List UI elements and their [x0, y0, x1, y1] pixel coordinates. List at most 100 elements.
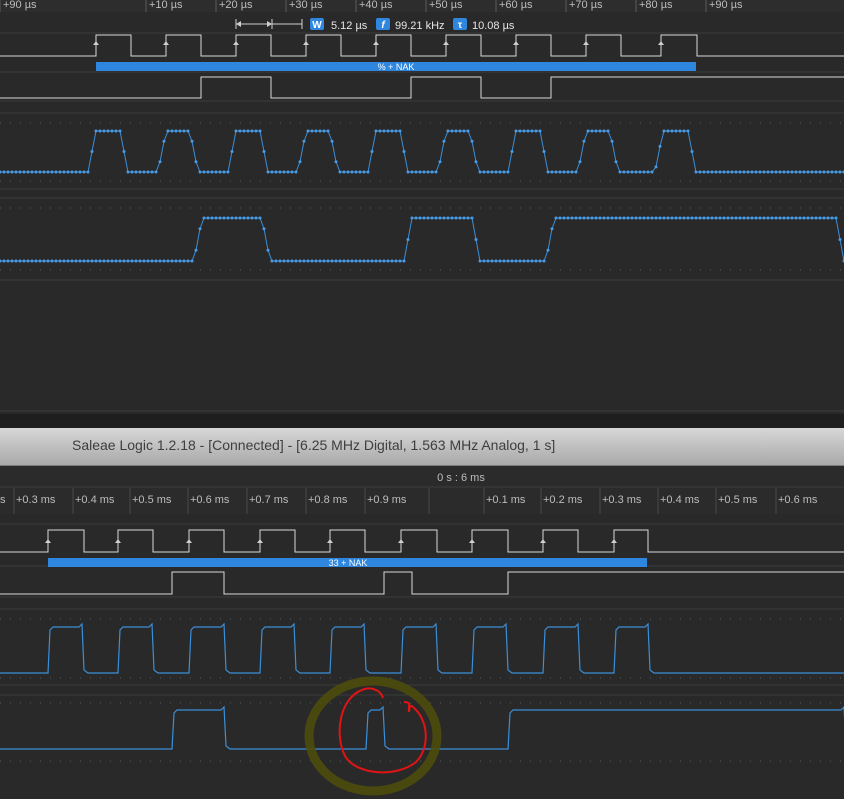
analog-sample-point	[210, 216, 214, 220]
analog-sample-point	[770, 216, 774, 220]
analog-sample-point	[698, 216, 702, 220]
analog-sample-point	[202, 216, 206, 220]
analog-sample-point	[394, 129, 398, 133]
analog-sample-point	[786, 216, 790, 220]
analog-sample-point	[578, 160, 582, 164]
svg-text:W: W	[312, 20, 322, 31]
analog-sample-point	[346, 259, 350, 263]
analog-sample-point	[734, 216, 738, 220]
analog-sample-point	[790, 170, 794, 174]
analog-sample-point	[562, 170, 566, 174]
analog-sample-point	[554, 170, 558, 174]
analog-sample-point	[390, 259, 394, 263]
analog-sample-point	[186, 259, 190, 263]
bottom-tick-label: +0.7 ms	[249, 494, 289, 506]
analog-sample-point	[82, 170, 86, 174]
analog-sample-point	[246, 129, 250, 133]
top-analog-clock-waveform	[0, 129, 844, 174]
analog-sample-point	[530, 129, 534, 133]
analog-sample-point	[598, 216, 602, 220]
analog-sample-point	[630, 216, 634, 220]
analog-sample-point	[662, 129, 666, 133]
analog-sample-point	[298, 160, 302, 164]
analog-sample-point	[798, 170, 802, 174]
analog-sample-point	[134, 259, 138, 263]
analog-sample-point	[786, 170, 790, 174]
analog-sample-point	[682, 216, 686, 220]
analog-sample-point	[822, 216, 826, 220]
analog-sample-point	[90, 150, 94, 153]
analog-sample-point	[262, 227, 266, 231]
analog-sample-point	[562, 216, 566, 220]
analog-sample-point	[226, 216, 230, 220]
bottom-waveform-view[interactable]: 0 s : 6 ms s +0.3 ms +0.4 ms +0.5 ms +0.6 ms…	[0, 466, 844, 799]
analog-sample-point	[722, 170, 726, 174]
analog-sample-point	[26, 259, 30, 263]
analog-sample-point	[558, 216, 562, 220]
analog-sample-point	[750, 216, 754, 220]
analog-sample-point	[398, 259, 402, 263]
analog-sample-point	[222, 170, 226, 174]
analog-sample-point	[566, 216, 570, 220]
analog-sample-point	[342, 170, 346, 174]
analog-sample-point	[46, 259, 50, 263]
analog-sample-point	[498, 170, 502, 174]
analog-sample-point	[130, 170, 134, 174]
analog-sample-point	[470, 139, 474, 143]
analog-sample-point	[234, 129, 238, 133]
frequency-measure-value: 99.21 kHz	[395, 20, 445, 32]
analog-sample-point	[274, 259, 278, 263]
analog-sample-point	[798, 216, 802, 220]
analog-sample-point	[618, 216, 622, 220]
analog-sample-point	[402, 259, 406, 263]
analog-sample-point	[98, 259, 102, 263]
analog-sample-point	[462, 129, 466, 133]
window-titlebar[interactable]: Saleae Logic 1.2.18 - [Connected] - [6.2…	[0, 428, 844, 466]
analog-sample-point	[54, 259, 58, 263]
analog-sample-point	[494, 170, 498, 174]
analog-sample-point	[214, 170, 218, 174]
analog-sample-point	[350, 170, 354, 174]
bottom-tick-label: +0.3 ms	[602, 494, 642, 506]
top-tick-label: +40 µs	[359, 0, 393, 11]
analog-sample-point	[254, 129, 258, 133]
top-waveform-canvas[interactable]: +90 µs +10 µs +20 µs +30 µs +40 µs +50 µs +60 …	[0, 0, 844, 414]
analog-sample-point	[266, 170, 270, 174]
analog-sample-point	[138, 170, 142, 174]
analog-sample-point	[198, 170, 202, 174]
analog-sample-point	[506, 259, 510, 263]
analog-sample-point	[190, 139, 194, 143]
analog-sample-point	[122, 150, 126, 153]
bottom-waveform-canvas[interactable]: 0 s : 6 ms s +0.3 ms +0.4 ms +0.5 ms +0.6 ms…	[0, 466, 844, 799]
bottom-tick-label: +0.6 ms	[778, 494, 818, 506]
top-waveform-view[interactable]: +90 µs +10 µs +20 µs +30 µs +40 µs +50 µs +60 …	[0, 0, 844, 414]
analog-sample-point	[242, 216, 246, 220]
analog-sample-point	[490, 259, 494, 263]
analog-sample-point	[746, 170, 750, 174]
rising-edge-marker	[611, 539, 617, 543]
analog-sample-point	[58, 170, 62, 174]
analog-sample-point	[466, 129, 470, 133]
analog-sample-point	[714, 170, 718, 174]
svg-text:τ: τ	[458, 20, 463, 31]
analog-sample-point	[262, 150, 266, 153]
analog-sample-point	[42, 259, 46, 263]
analog-sample-point	[46, 170, 50, 174]
analog-sample-point	[306, 129, 310, 133]
analog-sample-point	[730, 170, 734, 174]
top-protocol-frame[interactable]: % + NAK	[96, 62, 696, 72]
top-protocol-label: % + NAK	[378, 62, 415, 72]
analog-sample-point	[642, 216, 646, 220]
analog-sample-point	[370, 259, 374, 263]
analog-sample-point	[14, 170, 18, 174]
analog-sample-point	[766, 170, 770, 174]
bottom-protocol-frame[interactable]: 33 + NAK	[48, 558, 647, 568]
analog-sample-point	[110, 129, 114, 133]
analog-sample-point	[378, 129, 382, 133]
rising-edge-marker	[443, 41, 449, 45]
analog-sample-point	[222, 216, 226, 220]
analog-sample-point	[18, 259, 22, 263]
rising-edge-marker	[163, 41, 169, 45]
analog-sample-point	[62, 170, 66, 174]
analog-sample-point	[614, 160, 618, 164]
